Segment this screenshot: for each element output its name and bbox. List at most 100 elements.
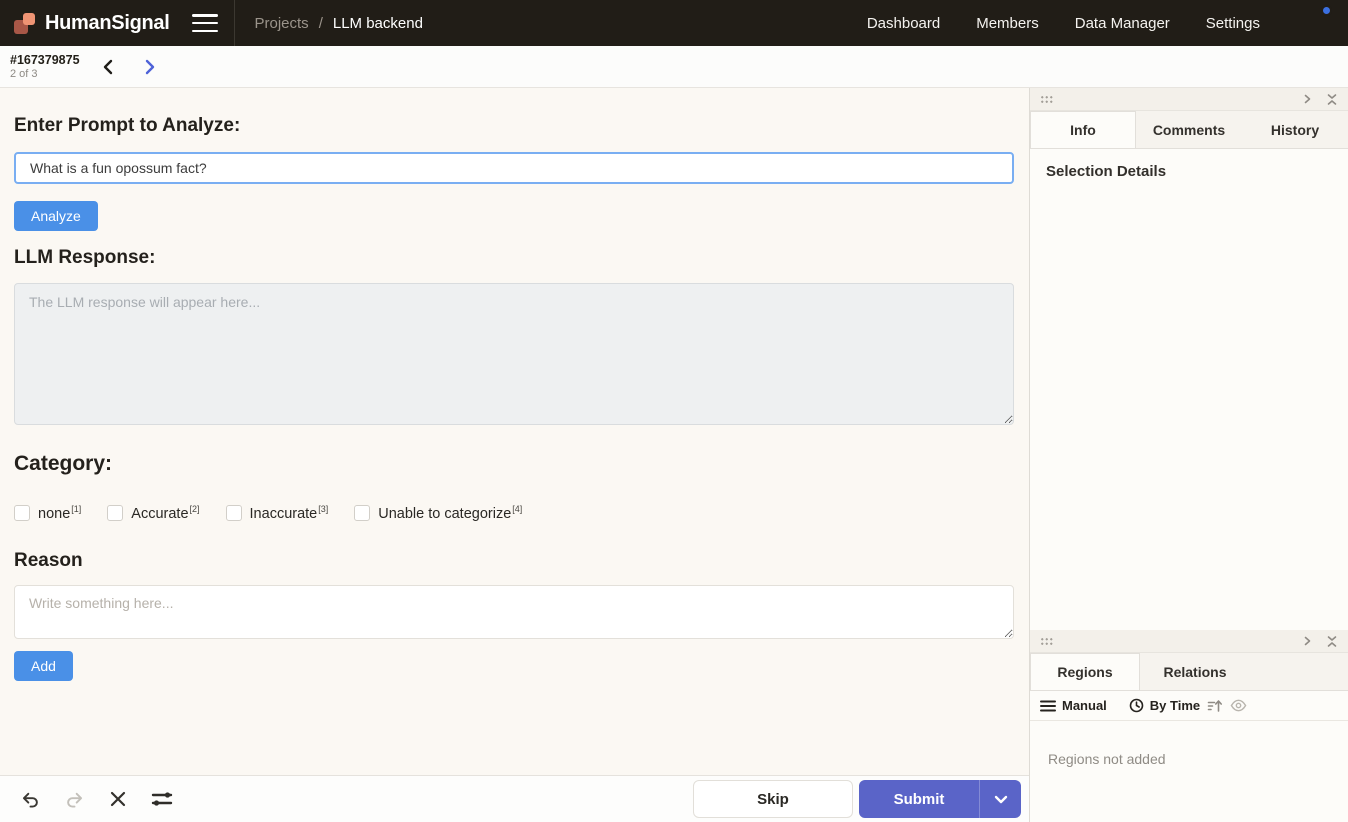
collapse-vertical-icon[interactable] — [1326, 93, 1338, 106]
chevron-down-icon — [994, 795, 1008, 804]
collapse-right-icon[interactable] — [1303, 94, 1312, 104]
task-navigation-row: #167379875 2 of 3 — [0, 46, 1348, 88]
choice-unable-to-categorize[interactable]: Unable to categorize[4] — [354, 504, 522, 522]
selection-details-title: Selection Details — [1046, 163, 1332, 180]
info-panel: Info Comments History Selection Details — [1030, 88, 1348, 630]
group-manual-button[interactable]: Manual — [1040, 698, 1107, 713]
previous-task-button[interactable] — [98, 57, 118, 77]
chevron-right-icon — [143, 59, 157, 75]
humansignal-logo-icon — [14, 12, 36, 34]
breadcrumb-current-project: LLM backend — [333, 15, 423, 32]
llm-response-heading: LLM Response: — [14, 247, 1015, 269]
reason-heading: Reason — [14, 550, 1015, 572]
top-nav-links: Dashboard Members Data Manager Settings — [867, 7, 1348, 39]
breadcrumb: Projects / LLM backend — [255, 15, 423, 32]
reset-annotation-button[interactable] — [104, 785, 132, 813]
tab-history[interactable]: History — [1242, 111, 1348, 148]
brand-name: HumanSignal — [45, 12, 170, 35]
sort-by-time-label: By Time — [1150, 698, 1200, 713]
checkbox-none[interactable] — [14, 505, 30, 521]
sort-by-time-button[interactable]: By Time — [1129, 698, 1200, 713]
topbar-divider — [234, 0, 235, 46]
regions-empty-message: Regions not added — [1046, 735, 1332, 783]
app-window: HumanSignal Projects / LLM backend Dashb… — [0, 0, 1348, 822]
category-heading: Category: — [14, 452, 1015, 476]
breadcrumb-separator: / — [319, 15, 323, 32]
info-panel-header — [1030, 88, 1348, 111]
sort-ascending-icon — [1207, 699, 1223, 713]
submit-button[interactable]: Submit — [859, 780, 1021, 818]
hotkey-hint: [3] — [318, 504, 328, 514]
regions-panel-tabs: Regions Relations — [1030, 653, 1348, 691]
choice-accurate-label: Accurate[2] — [131, 504, 199, 522]
next-task-button[interactable] — [140, 57, 160, 77]
redo-button[interactable] — [60, 785, 88, 813]
submit-dropdown-toggle[interactable] — [979, 780, 1021, 818]
submit-label[interactable]: Submit — [859, 780, 979, 818]
nav-settings[interactable]: Settings — [1206, 15, 1260, 32]
settings-sliders-icon — [150, 790, 174, 808]
tab-relations[interactable]: Relations — [1140, 653, 1250, 690]
toggle-visibility-button[interactable] — [1230, 699, 1247, 712]
llm-response-textarea[interactable] — [14, 283, 1014, 425]
drag-handle-icon[interactable] — [1040, 637, 1053, 646]
task-meta: #167379875 2 of 3 — [0, 53, 80, 80]
choice-unable-label: Unable to categorize[4] — [378, 504, 522, 522]
annotation-footer-bar: Skip Submit — [0, 775, 1029, 822]
redo-icon — [64, 789, 85, 810]
top-navigation-bar: HumanSignal Projects / LLM backend Dashb… — [0, 0, 1348, 46]
annotation-main-column: Enter Prompt to Analyze: Analyze LLM Res… — [0, 88, 1030, 822]
nav-members[interactable]: Members — [976, 15, 1039, 32]
collapse-vertical-icon[interactable] — [1326, 635, 1338, 648]
hotkey-hint: [4] — [512, 504, 522, 514]
choice-none[interactable]: none[1] — [14, 504, 81, 522]
nav-dashboard[interactable]: Dashboard — [867, 15, 940, 32]
checkbox-unable-to-categorize[interactable] — [354, 505, 370, 521]
reason-textarea[interactable] — [14, 585, 1014, 639]
regions-toolbar: Manual By Time — [1030, 691, 1348, 721]
choice-inaccurate-label: Inaccurate[3] — [250, 504, 329, 522]
sort-order-button[interactable] — [1207, 699, 1223, 713]
undo-button[interactable] — [16, 785, 44, 813]
close-icon — [109, 790, 127, 808]
chevron-left-icon — [101, 59, 115, 75]
checkbox-accurate[interactable] — [107, 505, 123, 521]
nav-data-manager[interactable]: Data Manager — [1075, 15, 1170, 32]
prompt-input[interactable] — [14, 152, 1014, 184]
task-position-counter: 2 of 3 — [10, 68, 80, 80]
list-icon — [1040, 700, 1056, 712]
add-button[interactable]: Add — [14, 651, 73, 681]
regions-panel-header — [1030, 630, 1348, 653]
skip-button[interactable]: Skip — [693, 780, 853, 818]
drag-handle-icon[interactable] — [1040, 95, 1053, 104]
hamburger-menu-icon[interactable] — [192, 14, 218, 32]
choice-none-label: none[1] — [38, 504, 81, 522]
hotkey-hint: [1] — [71, 504, 81, 514]
tab-info[interactable]: Info — [1030, 111, 1136, 148]
info-panel-tabs: Info Comments History — [1030, 111, 1348, 149]
analyze-button[interactable]: Analyze — [14, 201, 98, 231]
undo-icon — [20, 789, 41, 810]
regions-panel: Regions Relations Manual By Time — [1030, 630, 1348, 822]
user-avatar[interactable] — [1298, 7, 1330, 39]
task-id: #167379875 — [10, 53, 80, 67]
clock-icon — [1129, 698, 1144, 713]
info-panel-body: Selection Details — [1030, 149, 1348, 630]
details-sidebar: Info Comments History Selection Details — [1030, 88, 1348, 822]
online-status-badge — [1321, 5, 1332, 16]
tab-regions[interactable]: Regions — [1030, 653, 1140, 690]
collapse-right-icon[interactable] — [1303, 636, 1312, 646]
hotkey-hint: [2] — [190, 504, 200, 514]
tab-comments[interactable]: Comments — [1136, 111, 1242, 148]
eye-icon — [1230, 699, 1247, 712]
choice-inaccurate[interactable]: Inaccurate[3] — [226, 504, 329, 522]
brand[interactable]: HumanSignal — [0, 12, 170, 35]
regions-panel-body: Regions not added — [1030, 721, 1348, 822]
labeling-interface: Enter Prompt to Analyze: Analyze LLM Res… — [0, 88, 1029, 775]
annotation-settings-button[interactable] — [148, 785, 176, 813]
group-manual-label: Manual — [1062, 698, 1107, 713]
checkbox-inaccurate[interactable] — [226, 505, 242, 521]
breadcrumb-projects-link[interactable]: Projects — [255, 15, 309, 32]
prompt-heading: Enter Prompt to Analyze: — [14, 115, 1015, 137]
choice-accurate[interactable]: Accurate[2] — [107, 504, 199, 522]
